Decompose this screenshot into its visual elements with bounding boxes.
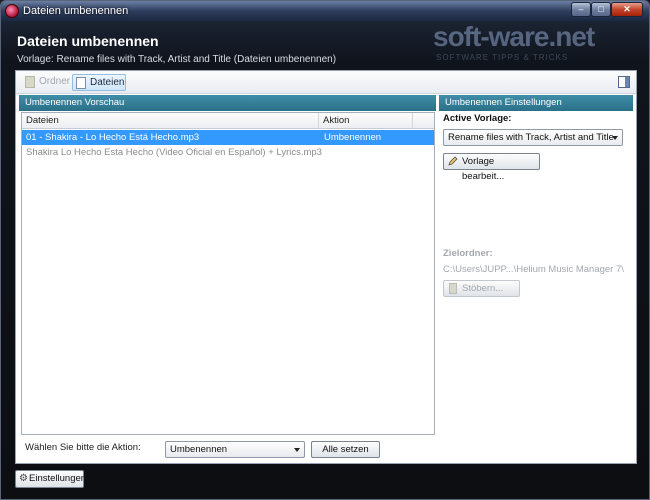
action-select-value: Umbenennen (170, 444, 228, 455)
close-button[interactable]: ✕ (611, 2, 643, 17)
template-select[interactable]: Rename files with Track, Artist and Titl… (443, 129, 623, 146)
minimize-button[interactable]: – (571, 2, 591, 17)
watermark-logo: soft-ware.net (433, 21, 595, 52)
column-header-extra[interactable] (413, 113, 434, 128)
browse-label: Stöbern... (462, 283, 504, 294)
folder-mode-button[interactable]: Ordner (22, 74, 74, 91)
action-select[interactable]: Umbenennen (165, 441, 305, 458)
table-row[interactable]: Shakira Lo Hecho Esta Hecho (Video Ofici… (22, 145, 434, 160)
maximize-button[interactable]: □ (591, 2, 611, 17)
rename-window: Dateien umbenennen – □ ✕ Dateien umbenen… (0, 0, 650, 500)
files-mode-label: Dateien (90, 77, 125, 88)
folder-icon (449, 283, 457, 294)
settings-label: Einstellungen (29, 473, 87, 484)
edit-template-label: Vorlage bearbeit... (462, 156, 505, 182)
watermark-tagline: SOFTWARE TIPPS & TRICKS (436, 53, 569, 62)
files-mode-button[interactable]: Dateien (72, 74, 126, 91)
toolbar: Ordner Dateien (16, 71, 636, 94)
window-title: Dateien umbenennen (23, 5, 129, 17)
settings-button[interactable]: ⚙ Einstellungen (15, 470, 87, 488)
title-bar[interactable]: Dateien umbenennen – □ ✕ (1, 1, 649, 21)
preview-section-header: Umbenennen Vorschau (19, 95, 436, 111)
chevron-down-icon (294, 448, 300, 452)
table-row[interactable]: 01 - Shakira - Lo Hecho Está Hecho.mp3 U… (22, 130, 434, 145)
pencil-icon (448, 156, 458, 166)
target-folder-label: Zielordner: (443, 248, 493, 259)
edit-template-button[interactable]: Vorlage bearbeit... (443, 153, 540, 182)
apply-all-button[interactable]: Alle setzen (311, 441, 380, 458)
column-header-files[interactable]: Dateien (22, 113, 319, 128)
panel-toggle-icon[interactable] (618, 76, 630, 88)
folder-mode-label: Ordner (39, 76, 71, 87)
page-title: Dateien umbenennen (17, 33, 159, 49)
action-label: Wählen Sie bitte die Aktion: (25, 442, 141, 453)
file-icon (76, 77, 86, 89)
folder-icon (25, 76, 35, 88)
preview-table: Dateien Aktion 01 - Shakira - Lo Hecho E… (21, 112, 435, 435)
browse-button[interactable]: Stöbern... (443, 280, 520, 297)
app-icon (5, 4, 19, 18)
column-header-action[interactable]: Aktion (319, 113, 413, 128)
gear-icon: ⚙ (19, 473, 28, 484)
row-file-name: Shakira Lo Hecho Esta Hecho (Video Ofici… (26, 147, 322, 158)
table-header: Dateien Aktion (22, 113, 434, 129)
chevron-down-icon (612, 136, 618, 140)
target-folder-path: C:\Users\JUPP...\Helium Music Manager 7\ (443, 264, 624, 275)
row-action: Umbenennen (324, 132, 382, 143)
active-template-label: Active Vorlage: (443, 113, 512, 124)
row-file-name: 01 - Shakira - Lo Hecho Está Hecho.mp3 (26, 132, 200, 143)
template-select-value: Rename files with Track, Artist and Titl… (448, 132, 614, 143)
template-subtitle: Vorlage: Rename files with Track, Artist… (17, 54, 337, 65)
settings-section-header: Umbenennen Einstellungen (439, 95, 633, 111)
